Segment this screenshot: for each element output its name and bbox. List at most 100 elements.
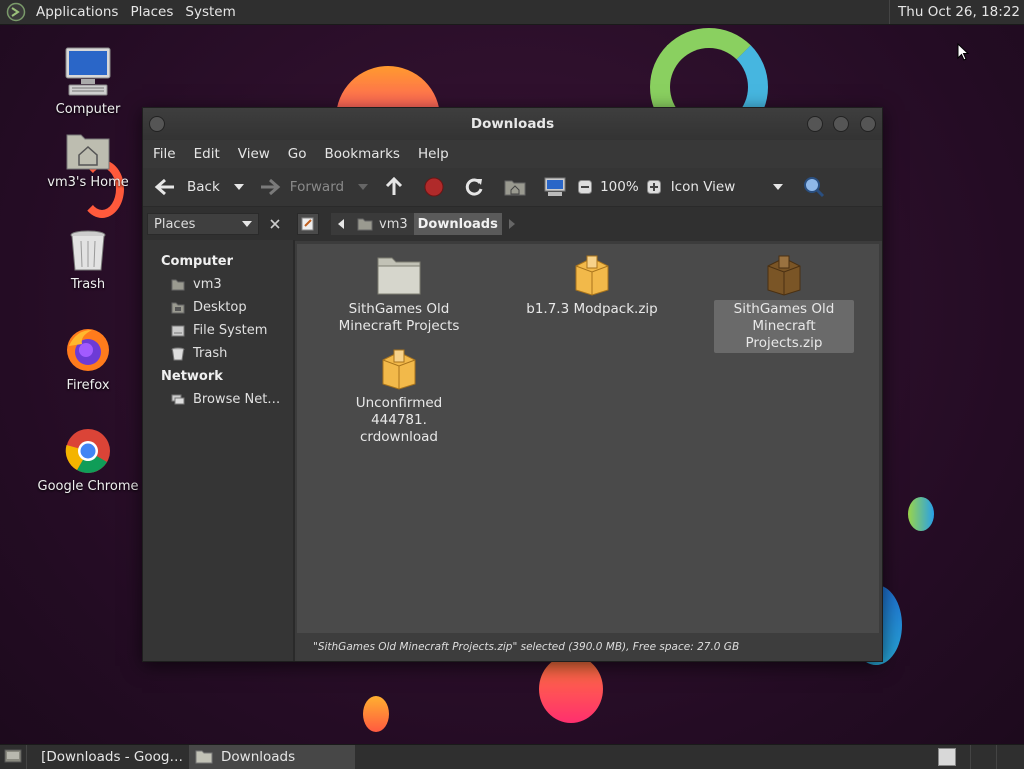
up-arrow-icon [384, 176, 404, 198]
maximize-button[interactable] [833, 116, 849, 132]
sidebar-section-network: Network [143, 365, 293, 388]
forward-arrow-icon [258, 177, 282, 197]
menubar: File Edit View Go Bookmarks Help [143, 140, 882, 168]
top-panel: Applications Places System Thu Oct 26, 1… [0, 0, 1024, 25]
view-mode-select[interactable]: Icon View [671, 179, 784, 195]
reload-button[interactable] [464, 177, 484, 197]
workspace-3[interactable] [996, 745, 1023, 769]
path-crumb-downloads[interactable]: Downloads [414, 213, 502, 235]
zoom-in-button[interactable] [647, 180, 661, 194]
taskbar-item-label: Downloads [221, 749, 295, 765]
workspace-2[interactable] [970, 745, 993, 769]
zoom-in-icon [647, 180, 661, 194]
desktop-icon-label: Computer [33, 102, 143, 117]
sidebar-section-computer: Computer [143, 250, 293, 273]
back-arrow-icon [153, 177, 177, 197]
forward-history-dropdown[interactable] [358, 183, 368, 191]
computer-icon [544, 177, 566, 197]
sidebar-item-trash[interactable]: Trash [143, 342, 293, 365]
menu-applications[interactable]: Applications [30, 0, 124, 24]
search-button[interactable] [803, 176, 825, 198]
menu-system[interactable]: System [179, 0, 241, 24]
sidebar-item-desktop[interactable]: Desktop [143, 296, 293, 319]
wallpaper-small-orange [363, 696, 389, 732]
archive-icon [764, 254, 804, 296]
desktop-icon-trash[interactable]: Trash [33, 229, 143, 292]
path-right-arrow-button[interactable] [502, 213, 522, 235]
close-button[interactable] [860, 116, 876, 132]
taskbar-item-label: [Downloads - Goog… [41, 749, 183, 765]
toggle-location-entry-button[interactable] [297, 213, 319, 235]
menu-places[interactable]: Places [124, 0, 179, 24]
sidebar-item-label: Browse Net… [193, 388, 280, 411]
trash-icon [68, 229, 108, 273]
file-icon-view[interactable]: SithGames OldMinecraft Projects b1.7.3 M… [297, 244, 879, 633]
computer-button[interactable] [544, 177, 566, 197]
show-desktop-button[interactable] [0, 745, 26, 769]
workspace-switcher[interactable] [938, 748, 956, 766]
desktop-folder-icon [171, 302, 185, 314]
close-icon [270, 219, 280, 229]
taskbar-item-downloads[interactable]: Downloads [189, 745, 355, 769]
menu-edit[interactable]: Edit [184, 146, 228, 162]
home-icon [504, 178, 526, 196]
desktop-icon-chrome[interactable]: Google Chrome [33, 427, 143, 494]
edit-location-icon [301, 217, 315, 231]
back-button[interactable]: Back [153, 177, 220, 197]
zoom-out-icon [578, 180, 592, 194]
window-titlebar[interactable]: Downloads [143, 108, 882, 140]
close-sidebar-button[interactable] [267, 216, 283, 232]
forward-button[interactable]: Forward [258, 177, 344, 197]
chevron-down-icon [358, 183, 368, 191]
file-item-selected[interactable]: SithGames OldMinecraft Projects.zip [714, 254, 854, 353]
panel-clock[interactable]: Thu Oct 26, 18:22 [889, 0, 1024, 24]
file-label: SithGames OldMinecraft Projects [336, 300, 463, 336]
stop-button[interactable] [424, 177, 444, 197]
desktop-icon-computer[interactable]: Computer [33, 46, 143, 117]
menu-help[interactable]: Help [408, 146, 457, 162]
folder-icon [195, 750, 213, 764]
file-item[interactable]: Unconfirmed 444781.crdownload [329, 348, 469, 447]
path-crumb-vm3[interactable]: vm3 [351, 213, 414, 235]
places-selector[interactable]: Places [147, 213, 259, 235]
chevron-right-icon [508, 219, 516, 229]
minimize-button[interactable] [807, 116, 823, 132]
stop-icon [424, 177, 444, 197]
up-button[interactable] [384, 176, 404, 198]
desktop-icon-label: Google Chrome [33, 479, 143, 494]
desktop-icon-label: Firefox [33, 378, 143, 393]
search-icon [803, 176, 825, 198]
path-left-arrow-button[interactable] [331, 213, 351, 235]
file-item[interactable]: SithGames OldMinecraft Projects [329, 254, 469, 336]
firefox-icon [64, 326, 112, 374]
sidebar-item-label: Trash [193, 342, 227, 365]
sidebar-item-browse-network[interactable]: Browse Net… [143, 388, 293, 411]
show-desktop-icon [4, 749, 22, 765]
zoom-out-button[interactable] [578, 180, 592, 194]
file-item[interactable]: b1.7.3 Modpack.zip [522, 254, 662, 319]
menu-view[interactable]: View [228, 146, 278, 162]
crumb-label: vm3 [379, 217, 408, 232]
sidebar-item-file-system[interactable]: File System [143, 319, 293, 342]
toolbar: Back Forward 100% [143, 168, 882, 207]
archive-icon [379, 348, 419, 390]
menu-bookmarks[interactable]: Bookmarks [315, 146, 408, 162]
menu-go[interactable]: Go [278, 146, 315, 162]
chevron-down-icon [773, 183, 783, 191]
taskbar-item-chrome[interactable]: [Downloads - Goog… [26, 745, 189, 769]
back-history-dropdown[interactable] [234, 183, 244, 191]
sidebar-item-vm3[interactable]: vm3 [143, 273, 293, 296]
drive-icon [171, 325, 185, 337]
chevron-down-icon [234, 183, 244, 191]
home-button[interactable] [504, 178, 526, 196]
desktop-icon-firefox[interactable]: Firefox [33, 326, 143, 393]
menu-file[interactable]: File [143, 146, 184, 162]
mate-logo-icon[interactable] [6, 2, 26, 22]
chevron-down-icon [242, 220, 252, 228]
reload-icon [464, 177, 484, 197]
forward-label: Forward [290, 179, 344, 195]
file-label: Unconfirmed 444781.crdownload [329, 394, 469, 447]
location-bar: Places vm3 Downloads [143, 207, 882, 241]
desktop-icon-home[interactable]: vm3's Home [33, 129, 143, 190]
zoom-level[interactable]: 100% [600, 179, 639, 195]
